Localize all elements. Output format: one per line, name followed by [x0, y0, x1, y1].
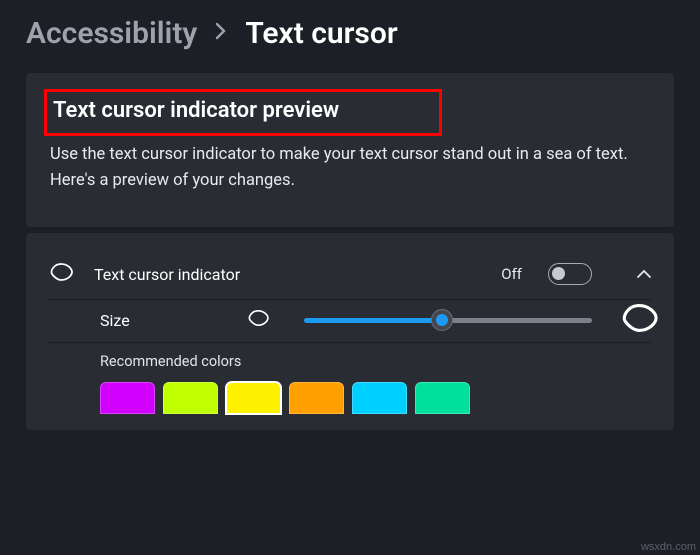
- color-swatch[interactable]: [163, 382, 218, 414]
- color-swatch[interactable]: [289, 382, 344, 414]
- color-swatch[interactable]: [100, 382, 155, 414]
- watermark: wsxdn.com: [641, 541, 696, 553]
- color-swatches: [100, 382, 652, 414]
- breadcrumb: Accessibility Text cursor: [26, 16, 674, 51]
- colors-label: Recommended colors: [100, 353, 652, 370]
- breadcrumb-parent[interactable]: Accessibility: [26, 16, 197, 51]
- highlight-box: Text cursor indicator preview: [44, 89, 442, 136]
- color-swatch[interactable]: [415, 382, 470, 414]
- size-min-icon: [246, 309, 270, 331]
- settings-card: Text cursor indicator Off Size: [26, 233, 674, 430]
- chevron-up-icon[interactable]: [636, 265, 652, 284]
- size-label: Size: [100, 311, 220, 330]
- toggle-knob: [552, 267, 565, 280]
- size-row: Size: [48, 300, 652, 342]
- chevron-right-icon: [215, 21, 227, 46]
- color-swatch[interactable]: [352, 382, 407, 414]
- preview-card: Text cursor indicator preview Use the te…: [26, 73, 674, 227]
- colors-row: Recommended colors: [48, 343, 652, 414]
- slider-track-fill: [304, 318, 442, 323]
- toggle-label: Text cursor indicator: [94, 265, 481, 284]
- toggle-row[interactable]: Text cursor indicator Off: [48, 249, 652, 299]
- page-title: Text cursor: [245, 16, 397, 51]
- preview-title: Text cursor indicator preview: [47, 98, 411, 123]
- cursor-shape-icon: [48, 262, 74, 286]
- toggle-switch[interactable]: [548, 263, 592, 285]
- slider-track-rest: [442, 318, 592, 323]
- size-max-icon: [626, 308, 652, 332]
- preview-description: Use the text cursor indicator to make yo…: [50, 142, 650, 193]
- toggle-status: Off: [501, 265, 522, 283]
- slider-thumb[interactable]: [431, 309, 453, 331]
- size-slider[interactable]: [304, 308, 592, 332]
- color-swatch[interactable]: [226, 382, 281, 414]
